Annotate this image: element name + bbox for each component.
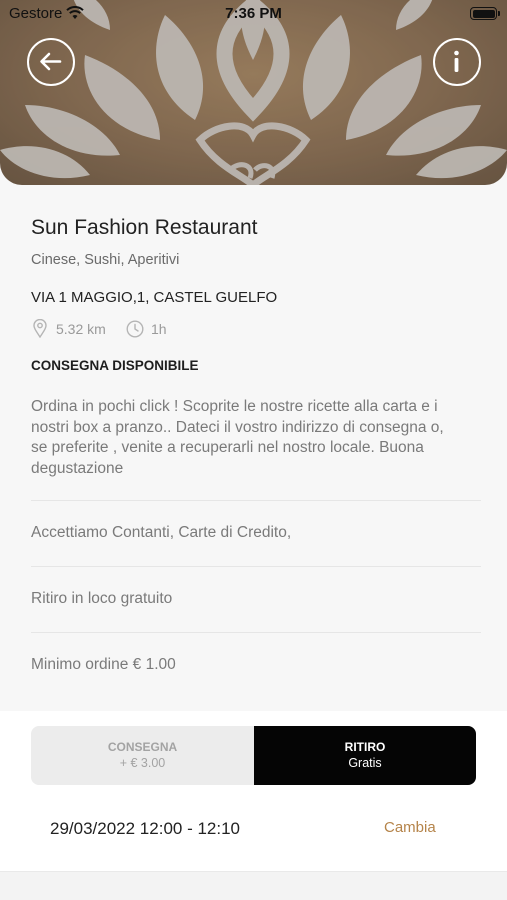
delivery-time-value: 1h [151,321,167,337]
info-button[interactable] [433,38,481,86]
delivery-status: CONSEGNA DISPONIBILE [31,358,199,373]
selected-timeslot: 29/03/2022 12:00 - 12:10 [50,819,240,838]
pickup-option-price: Gratis [348,756,382,770]
status-bar: Gestore 7:36 PM [0,0,507,28]
back-button[interactable] [27,38,75,86]
clock-icon [126,320,144,338]
battery-icon [470,7,500,20]
restaurant-address: VIA 1 MAGGIO,1, CASTEL GUELFO [31,289,278,306]
restaurant-name: Sun Fashion Restaurant [31,216,258,239]
status-time: 7:36 PM [225,5,282,22]
delivery-option-label: CONSEGNA [107,740,178,754]
order-mode-selector: CONSEGNA + € 3.00 RITIRO Gratis [31,726,476,785]
divider [31,566,481,567]
order-panel: CONSEGNA + € 3.00 RITIRO Gratis 29/03/20… [0,711,507,871]
minimum-order: Minimo ordine € 1.00 [31,656,176,673]
info-icon [454,50,459,72]
delivery-option[interactable]: CONSEGNA + € 3.00 [31,726,254,785]
payment-methods: Accettiamo Contanti, Carte di Credito, [31,524,292,541]
footer-strip [0,871,507,900]
pickup-info: Ritiro in loco gratuito [31,590,173,607]
divider [31,632,481,633]
restaurant-description: Ordina in pochi click ! Scoprite le nost… [31,398,444,477]
location-pin-icon [33,319,47,338]
restaurant-categories: Cinese, Sushi, Aperitivi [31,252,180,268]
arrow-left-icon [40,52,62,71]
pickup-option-label: RITIRO [344,740,386,754]
pickup-option[interactable]: RITIRO Gratis [254,726,476,785]
delivery-option-price: + € 3.00 [119,756,166,770]
change-timeslot-button[interactable]: Cambia [384,819,436,836]
divider [31,500,481,501]
distance-value: 5.32 km [56,321,106,337]
